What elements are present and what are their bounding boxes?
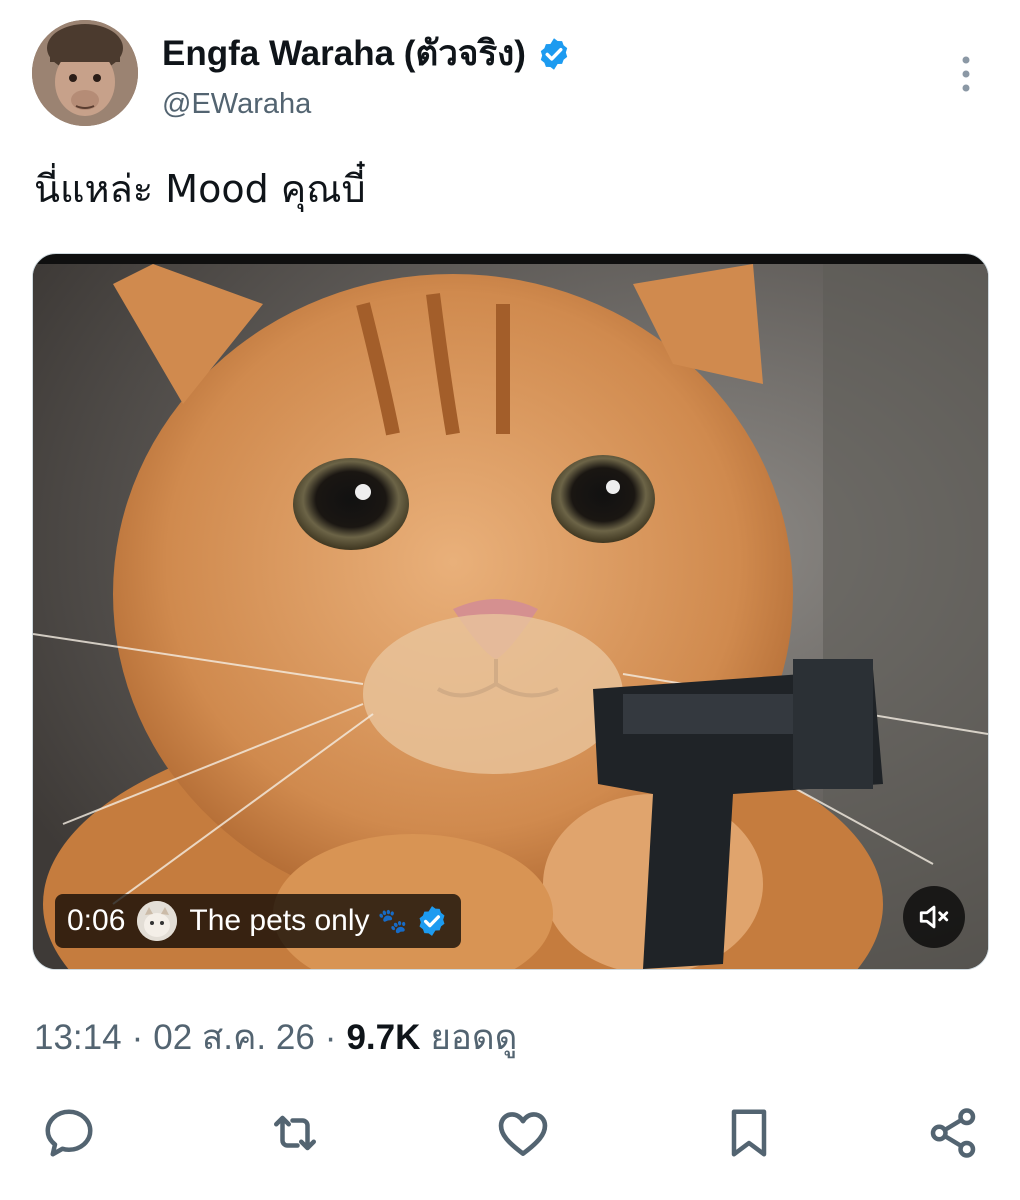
video-source-name: The pets only xyxy=(189,904,370,937)
meta-separator: · xyxy=(324,1017,337,1057)
bookmark-icon xyxy=(731,1109,767,1157)
author-avatar[interactable] xyxy=(32,20,138,126)
paw-prints-emoji: 🐾 xyxy=(377,907,408,935)
like-icon xyxy=(498,1112,548,1156)
views-label: ยอดดู xyxy=(430,1018,518,1057)
verified-badge-icon xyxy=(540,37,568,70)
author-display-name[interactable]: Engfa Waraha (ตัวจริง) xyxy=(162,26,526,81)
speaker-muted-icon xyxy=(919,905,949,929)
reply-icon xyxy=(45,1109,93,1157)
monkey-avatar-icon xyxy=(32,20,138,126)
video-duration: 0:06 xyxy=(67,904,126,937)
cat-avatar-icon xyxy=(137,901,178,941)
author-handle[interactable]: @EWaraha xyxy=(162,88,311,121)
tweet-meta: 13:14 · 02 ส.ค. 26 · 9.7K ยอดดู xyxy=(34,1010,517,1065)
bookmark-button[interactable] xyxy=(716,1100,782,1166)
share-button[interactable] xyxy=(920,1100,986,1166)
share-icon xyxy=(930,1108,976,1158)
tweet-time[interactable]: 13:14 xyxy=(34,1018,122,1058)
like-button[interactable] xyxy=(490,1100,556,1166)
source-verified-badge-icon xyxy=(419,906,445,936)
meta-separator: · xyxy=(131,1017,144,1057)
author-name-row[interactable]: Engfa Waraha (ตัวจริง) xyxy=(162,26,572,81)
more-vertical-icon xyxy=(962,56,970,92)
tweet-text: นี่แหล่ะ Mood คุณบี๋ xyxy=(34,167,366,211)
tweet-action-bar xyxy=(0,1100,1020,1170)
retweet-icon xyxy=(274,1115,316,1151)
views-count: 9.7K xyxy=(346,1017,421,1057)
reply-button[interactable] xyxy=(36,1100,102,1166)
retweet-button[interactable] xyxy=(262,1100,328,1166)
video-info-badge: 0:06 The pets only 🐾 xyxy=(55,894,462,948)
video-player[interactable]: 0:06 The pets only 🐾 xyxy=(32,253,989,970)
unmute-button[interactable] xyxy=(903,886,965,948)
more-options-button[interactable] xyxy=(950,54,982,94)
tweet-date[interactable]: 02 ส.ค. 26 xyxy=(153,1010,315,1065)
video-frame-cat-image xyxy=(33,264,988,969)
source-avatar xyxy=(137,901,178,941)
